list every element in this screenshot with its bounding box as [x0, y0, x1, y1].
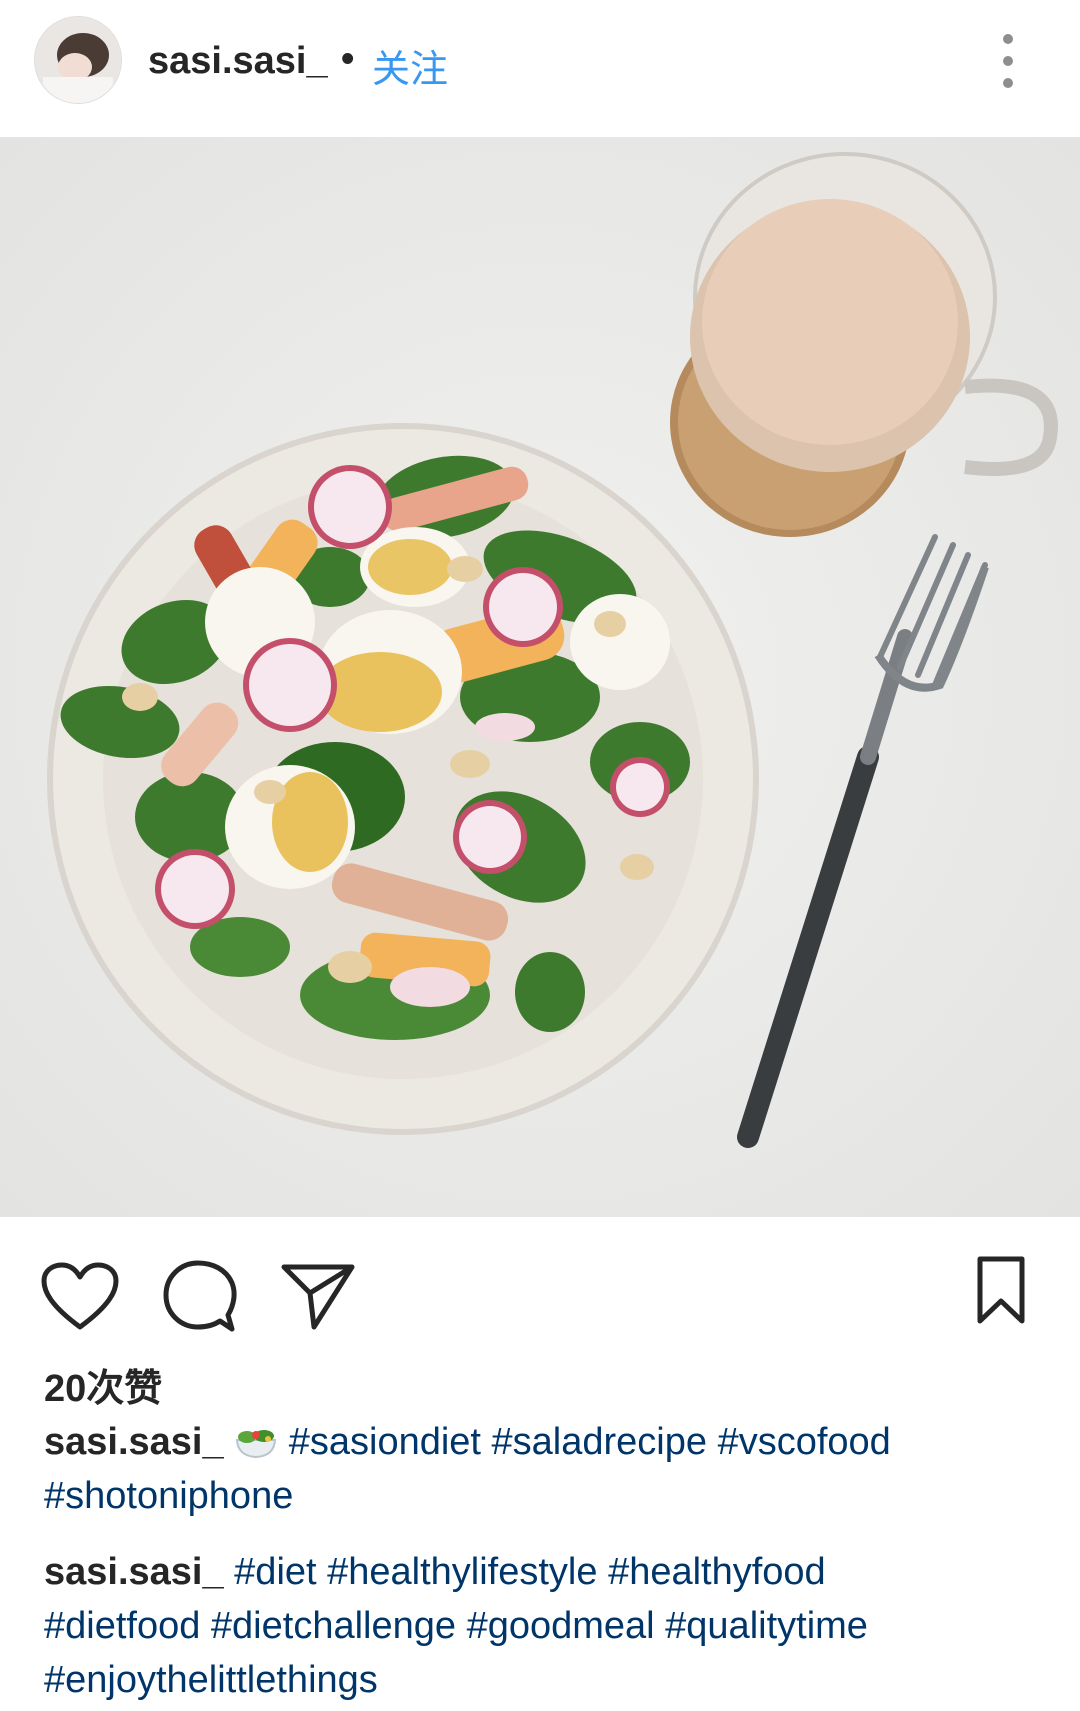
- follow-button[interactable]: 关注: [372, 38, 448, 93]
- post-actions: [0, 1217, 1080, 1347]
- caption-hashtags[interactable]: #diet #healthylifestyle #healthyfood: [234, 1551, 826, 1593]
- separator-dot: •: [341, 38, 355, 80]
- post-header: sasi.sasi_ • 关注: [0, 0, 1080, 137]
- comment-icon[interactable]: [160, 1259, 238, 1335]
- more-options-icon[interactable]: [998, 34, 1018, 88]
- caption-username[interactable]: sasi.sasi_: [44, 1551, 224, 1593]
- caption-hashtags[interactable]: #dietfood #dietchallenge #goodmeal #qual…: [44, 1599, 1044, 1653]
- heart-icon[interactable]: [40, 1261, 120, 1333]
- green-salad-emoji: [236, 1430, 277, 1459]
- likes-count[interactable]: 20次赞: [44, 1357, 162, 1412]
- avatar[interactable]: [34, 16, 122, 104]
- caption-hashtags[interactable]: #sasiondiet #saladrecipe #vscofood: [289, 1421, 891, 1463]
- bookmark-icon[interactable]: [976, 1255, 1026, 1327]
- caption-hashtags[interactable]: #shotoniphone: [44, 1469, 1044, 1523]
- caption-username[interactable]: sasi.sasi_: [44, 1421, 224, 1463]
- caption-hashtags[interactable]: #enjoythelittlethings: [44, 1653, 1044, 1707]
- post-username[interactable]: sasi.sasi_: [148, 40, 328, 83]
- post-image[interactable]: [0, 137, 1080, 1217]
- caption-2: sasi.sasi_ #diet #healthylifestyle #heal…: [44, 1545, 1044, 1707]
- share-icon[interactable]: [280, 1261, 356, 1331]
- caption-1: sasi.sasi_ #sasiondiet #saladrecipe #vsc…: [44, 1415, 1044, 1523]
